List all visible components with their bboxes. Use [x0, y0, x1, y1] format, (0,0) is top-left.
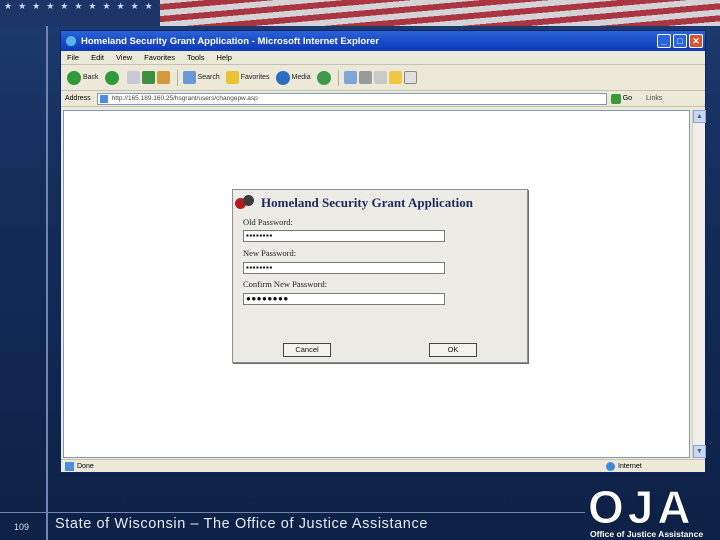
search-button[interactable]: Search: [182, 71, 220, 84]
footer-text: State of Wisconsin – The Office of Justi…: [55, 516, 428, 532]
forward-arrow-icon: [104, 70, 119, 85]
edit-icon[interactable]: [373, 71, 387, 84]
vertical-scrollbar[interactable]: ▲ ▼: [692, 110, 706, 458]
scroll-down-icon[interactable]: ▼: [693, 445, 706, 458]
back-label: Back: [83, 74, 99, 81]
ie-icon: [65, 35, 77, 47]
go-button[interactable]: Go: [623, 95, 632, 102]
address-input[interactable]: http://165.189.160.25/hsgrant/users/chan…: [96, 92, 607, 105]
folder-icon[interactable]: [388, 71, 402, 84]
window-title: Homeland Security Grant Application - Mi…: [81, 35, 379, 47]
address-bar: Address http://165.189.160.25/hsgrant/us…: [61, 91, 705, 107]
toolbar-separator: [176, 69, 178, 86]
media-icon: [275, 70, 290, 85]
browser-window: Homeland Security Grant Application - Mi…: [60, 30, 706, 473]
menu-help[interactable]: Help: [217, 53, 232, 62]
cancel-button[interactable]: Cancel: [283, 343, 331, 357]
confirm-password-field[interactable]: ●●●●●●●●: [243, 293, 445, 305]
forward-button[interactable]: [104, 70, 121, 85]
minimize-button[interactable]: _: [657, 34, 671, 48]
page-icon: [99, 94, 108, 103]
new-password-field[interactable]: ▪▪▪▪▪▪▪▪: [243, 262, 445, 274]
change-password-dialog: Homeland Security Grant Application Old …: [232, 189, 528, 363]
refresh-icon[interactable]: [141, 71, 155, 84]
flag-banner: ★★★★★★★★★★★★★★★★★★★★: [0, 0, 720, 26]
oja-logo-subtitle: Office of Justice Assistance: [590, 529, 704, 539]
page-done-icon: [65, 461, 74, 471]
address-url: http://165.189.160.25/hsgrant/users/chan…: [111, 94, 258, 102]
links-button[interactable]: Links: [646, 95, 662, 102]
address-label: Address: [65, 95, 91, 102]
menu-file[interactable]: File: [67, 53, 79, 62]
go-arrow-icon[interactable]: [610, 93, 621, 104]
maximize-button[interactable]: □: [673, 34, 687, 48]
back-button[interactable]: Back: [67, 70, 99, 85]
mail-icon[interactable]: [343, 71, 357, 84]
globe-icon: [606, 462, 615, 471]
media-button[interactable]: Media: [275, 70, 311, 85]
back-arrow-icon: [67, 70, 81, 85]
close-button[interactable]: ✕: [689, 34, 703, 48]
history-icon[interactable]: [316, 70, 331, 85]
status-text: Done: [77, 462, 94, 470]
media-label: Media: [291, 74, 311, 81]
old-password-field[interactable]: ▪▪▪▪▪▪▪▪: [243, 230, 445, 242]
slide-number: 109: [14, 522, 30, 532]
research-icon[interactable]: [403, 71, 417, 84]
oja-logo: OJA Office of Justice Assistance: [588, 484, 716, 540]
menu-favorites[interactable]: Favorites: [144, 53, 175, 62]
old-password-label: Old Password:: [243, 217, 293, 227]
page-viewport: Homeland Security Grant Application Old …: [63, 110, 690, 458]
app-logo-icon: [235, 194, 259, 212]
zone-label: Internet: [618, 463, 642, 470]
flag-stars: ★★★★★★★★★★★★★★★★★★★★: [0, 0, 160, 26]
menu-tools[interactable]: Tools: [187, 53, 205, 62]
new-password-label: New Password:: [243, 248, 297, 258]
toolbar-separator: [337, 69, 339, 86]
dialog-title: Homeland Security Grant Application: [261, 195, 473, 210]
search-icon: [182, 71, 196, 84]
star-icon: [225, 71, 239, 84]
footer-divider: [0, 512, 585, 513]
print-icon[interactable]: [358, 71, 372, 84]
toolbar: Back Search Favorites Media: [61, 65, 705, 91]
search-label: Search: [197, 74, 220, 81]
status-bar: Done Internet: [61, 459, 705, 472]
favorites-button[interactable]: Favorites: [225, 71, 270, 84]
menu-bar: File Edit View Favorites Tools Help: [61, 51, 705, 65]
security-zone: Internet: [606, 462, 642, 471]
confirm-password-label: Confirm New Password:: [243, 279, 328, 289]
oja-logo-letters: OJA: [588, 481, 695, 533]
favorites-label: Favorites: [240, 74, 270, 81]
menu-view[interactable]: View: [116, 53, 132, 62]
left-divider: [46, 26, 48, 540]
scroll-up-icon[interactable]: ▲: [693, 110, 706, 123]
stop-icon[interactable]: [126, 71, 140, 84]
ok-button[interactable]: OK: [429, 343, 477, 357]
dialog-header: Homeland Security Grant Application: [235, 194, 473, 212]
home-icon[interactable]: [156, 71, 170, 84]
title-bar: Homeland Security Grant Application - Mi…: [61, 31, 705, 51]
menu-edit[interactable]: Edit: [91, 53, 104, 62]
